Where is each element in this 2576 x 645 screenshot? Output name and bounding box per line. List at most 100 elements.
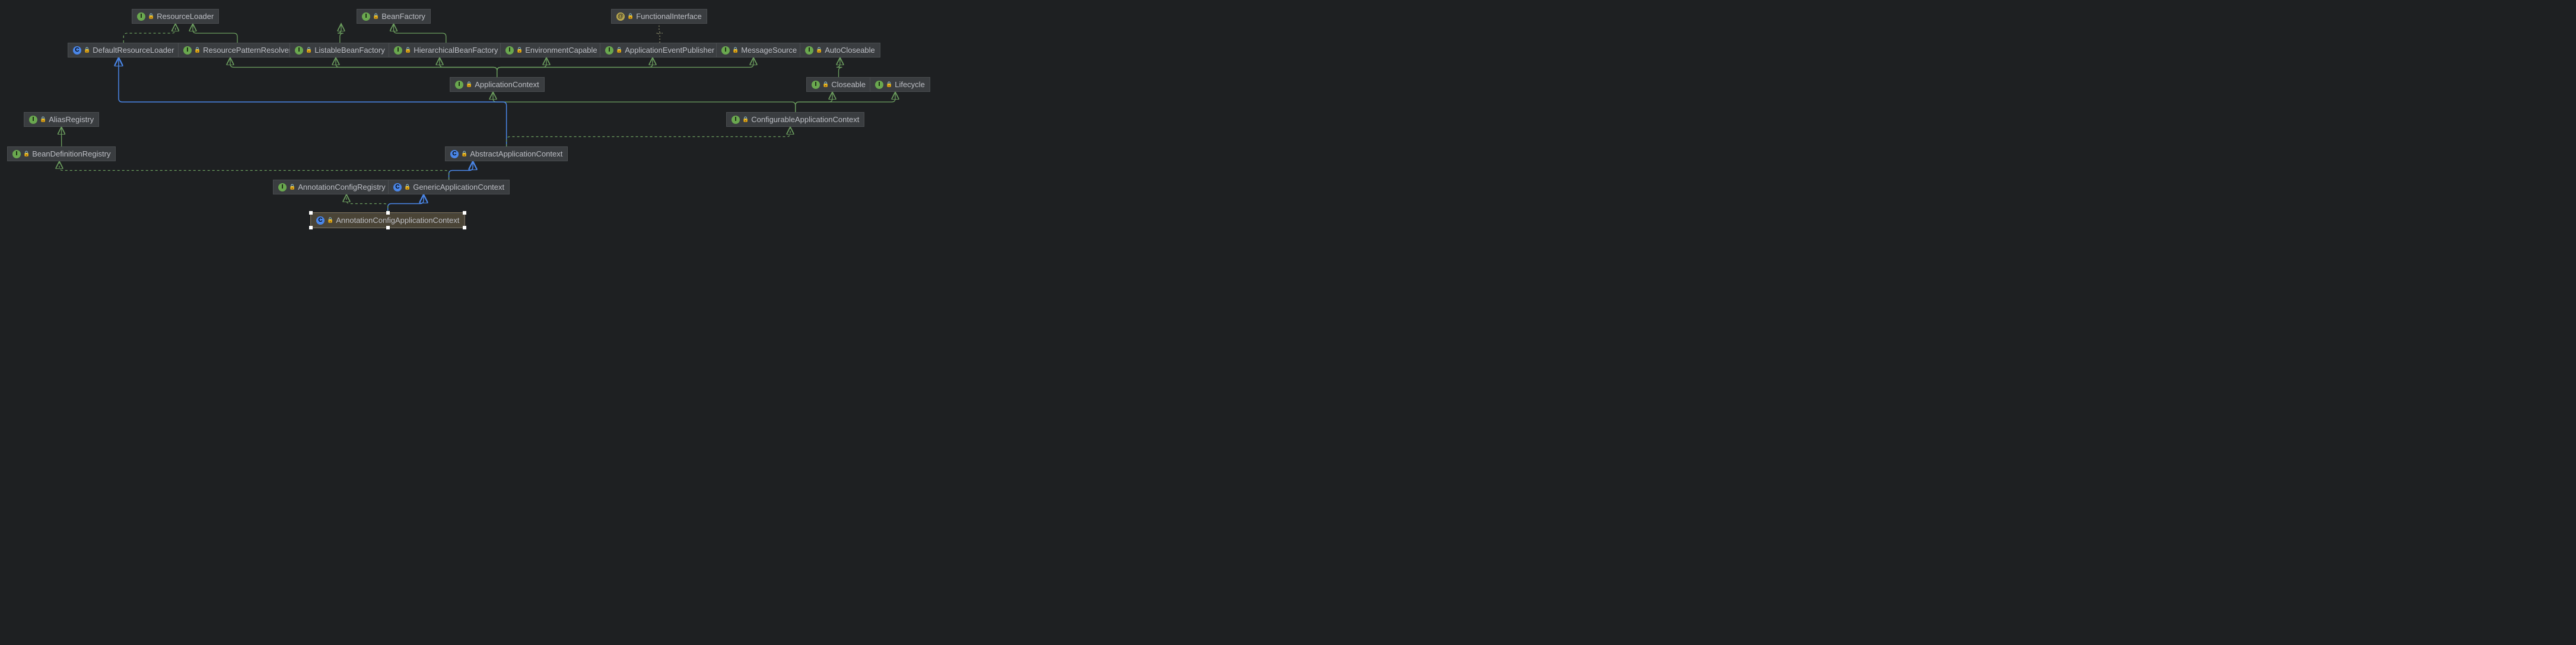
lock-icon: 🔒	[327, 217, 333, 223]
edge	[338, 24, 344, 43]
type-node-AliasRegistry[interactable]: I🔒AliasRegistry	[24, 112, 99, 127]
interface-icon: I	[278, 183, 287, 191]
edge	[796, 92, 895, 112]
edge	[59, 161, 449, 180]
type-node-MessageSource[interactable]: I🔒MessageSource	[716, 43, 802, 58]
type-label: BeanDefinitionRegistry	[32, 149, 110, 158]
type-label: AutoCloseable	[825, 46, 875, 55]
lock-icon: 🔒	[742, 116, 749, 123]
lock-icon: 🔒	[306, 47, 312, 53]
type-node-AbstractApplicationContext[interactable]: C🔒AbstractApplicationContext	[445, 146, 568, 161]
interface-icon: I	[812, 81, 820, 89]
lock-icon: 🔒	[194, 47, 201, 53]
selection-handle[interactable]	[386, 211, 390, 215]
edge	[497, 58, 753, 77]
type-label: AnnotationConfigApplicationContext	[336, 216, 459, 225]
type-node-EnvironmentCapable[interactable]: I🔒EnvironmentCapable	[500, 43, 603, 58]
type-node-AnnotationConfigRegistry[interactable]: I🔒AnnotationConfigRegistry	[273, 180, 391, 194]
type-node-FunctionalInterface[interactable]: @🔒FunctionalInterface	[611, 9, 707, 24]
type-label: DefaultResourceLoader	[93, 46, 174, 55]
type-label: ResourceLoader	[157, 12, 214, 21]
type-label: ApplicationEventPublisher	[625, 46, 714, 55]
type-label: MessageSource	[741, 46, 797, 55]
type-node-GenericApplicationContext[interactable]: C🔒GenericApplicationContext	[388, 180, 510, 194]
type-label: Closeable	[831, 80, 866, 89]
interface-icon: I	[362, 12, 370, 21]
type-label: ListableBeanFactory	[314, 46, 385, 55]
edge	[449, 161, 473, 180]
edge	[119, 58, 507, 146]
type-node-BeanFactory[interactable]: I🔒BeanFactory	[357, 9, 431, 24]
type-node-ConfigurableApplicationContext[interactable]: I🔒ConfigurableApplicationContext	[726, 112, 864, 127]
uml-canvas[interactable]: I🔒ResourceLoaderI🔒BeanFactory@🔒Functiona…	[0, 0, 931, 237]
lock-icon: 🔒	[40, 116, 46, 123]
lock-icon: 🔒	[84, 47, 90, 53]
interface-icon: I	[732, 116, 740, 124]
interface-icon: I	[137, 12, 145, 21]
type-label: AbstractApplicationContext	[470, 149, 562, 158]
interface-icon: I	[295, 46, 303, 55]
type-node-ApplicationEventPublisher[interactable]: I🔒ApplicationEventPublisher	[600, 43, 720, 58]
lock-icon: 🔒	[732, 47, 739, 53]
interface-icon: I	[875, 81, 883, 89]
edge	[388, 194, 424, 213]
type-label: AliasRegistry	[49, 115, 94, 124]
lock-icon: 🔒	[616, 47, 622, 53]
interface-icon: I	[183, 46, 192, 55]
type-label: ResourcePatternResolver	[203, 46, 291, 55]
interface-icon: I	[605, 46, 613, 55]
type-label: Lifecycle	[895, 80, 925, 89]
lock-icon: 🔒	[816, 47, 822, 53]
edge	[837, 58, 842, 77]
type-node-Lifecycle[interactable]: I🔒Lifecycle	[870, 77, 930, 92]
class-icon: C	[450, 150, 459, 158]
edge	[123, 24, 175, 43]
type-node-HierarchicalBeanFactory[interactable]: I🔒HierarchicalBeanFactory	[389, 43, 504, 58]
class-icon: C	[393, 183, 402, 191]
selection-handle[interactable]	[463, 211, 466, 215]
type-node-AutoCloseable[interactable]: I🔒AutoCloseable	[800, 43, 880, 58]
interface-icon: I	[455, 81, 463, 89]
type-node-ListableBeanFactory[interactable]: I🔒ListableBeanFactory	[290, 43, 390, 58]
interface-icon: I	[394, 46, 402, 55]
lock-icon: 🔒	[822, 81, 829, 88]
interface-icon: I	[805, 46, 813, 55]
lock-icon: 🔒	[404, 184, 411, 190]
edge	[440, 58, 497, 77]
type-node-Closeable[interactable]: I🔒Closeable	[806, 77, 871, 92]
type-node-ApplicationContext[interactable]: I🔒ApplicationContext	[450, 77, 545, 92]
selection-handle[interactable]	[309, 226, 313, 229]
class-icon: C	[73, 46, 81, 55]
type-label: FunctionalInterface	[636, 12, 702, 21]
lock-icon: 🔒	[23, 151, 30, 157]
interface-icon: I	[721, 46, 730, 55]
selection-handle[interactable]	[309, 211, 313, 215]
type-label: EnvironmentCapable	[525, 46, 597, 55]
type-node-BeanDefinitionRegistry[interactable]: I🔒BeanDefinitionRegistry	[7, 146, 116, 161]
type-node-ResourceLoader[interactable]: I🔒ResourceLoader	[132, 9, 219, 24]
interface-icon: I	[29, 116, 37, 124]
type-label: HierarchicalBeanFactory	[414, 46, 498, 55]
selection-handle[interactable]	[463, 226, 466, 229]
annotation-icon: @	[616, 12, 625, 21]
type-node-DefaultResourceLoader[interactable]: C🔒DefaultResourceLoader	[68, 43, 180, 58]
lock-icon: 🔒	[466, 81, 472, 88]
selection-handle[interactable]	[386, 226, 390, 229]
edge	[193, 24, 237, 43]
type-node-ResourcePatternResolver[interactable]: I🔒ResourcePatternResolver	[178, 43, 297, 58]
edge	[493, 92, 796, 112]
interface-icon: I	[505, 46, 514, 55]
class-icon: C	[316, 216, 325, 225]
edge	[346, 194, 388, 213]
lock-icon: 🔒	[516, 47, 523, 53]
lock-icon: 🔒	[289, 184, 295, 190]
interface-icon: I	[12, 150, 21, 158]
lock-icon: 🔒	[627, 13, 634, 20]
edge	[507, 127, 790, 146]
lock-icon: 🔒	[461, 151, 468, 157]
lock-icon: 🔒	[148, 13, 154, 20]
type-label: AnnotationConfigRegistry	[298, 183, 385, 191]
lock-icon: 🔒	[373, 13, 379, 20]
edge	[656, 24, 663, 43]
lock-icon: 🔒	[405, 47, 411, 53]
